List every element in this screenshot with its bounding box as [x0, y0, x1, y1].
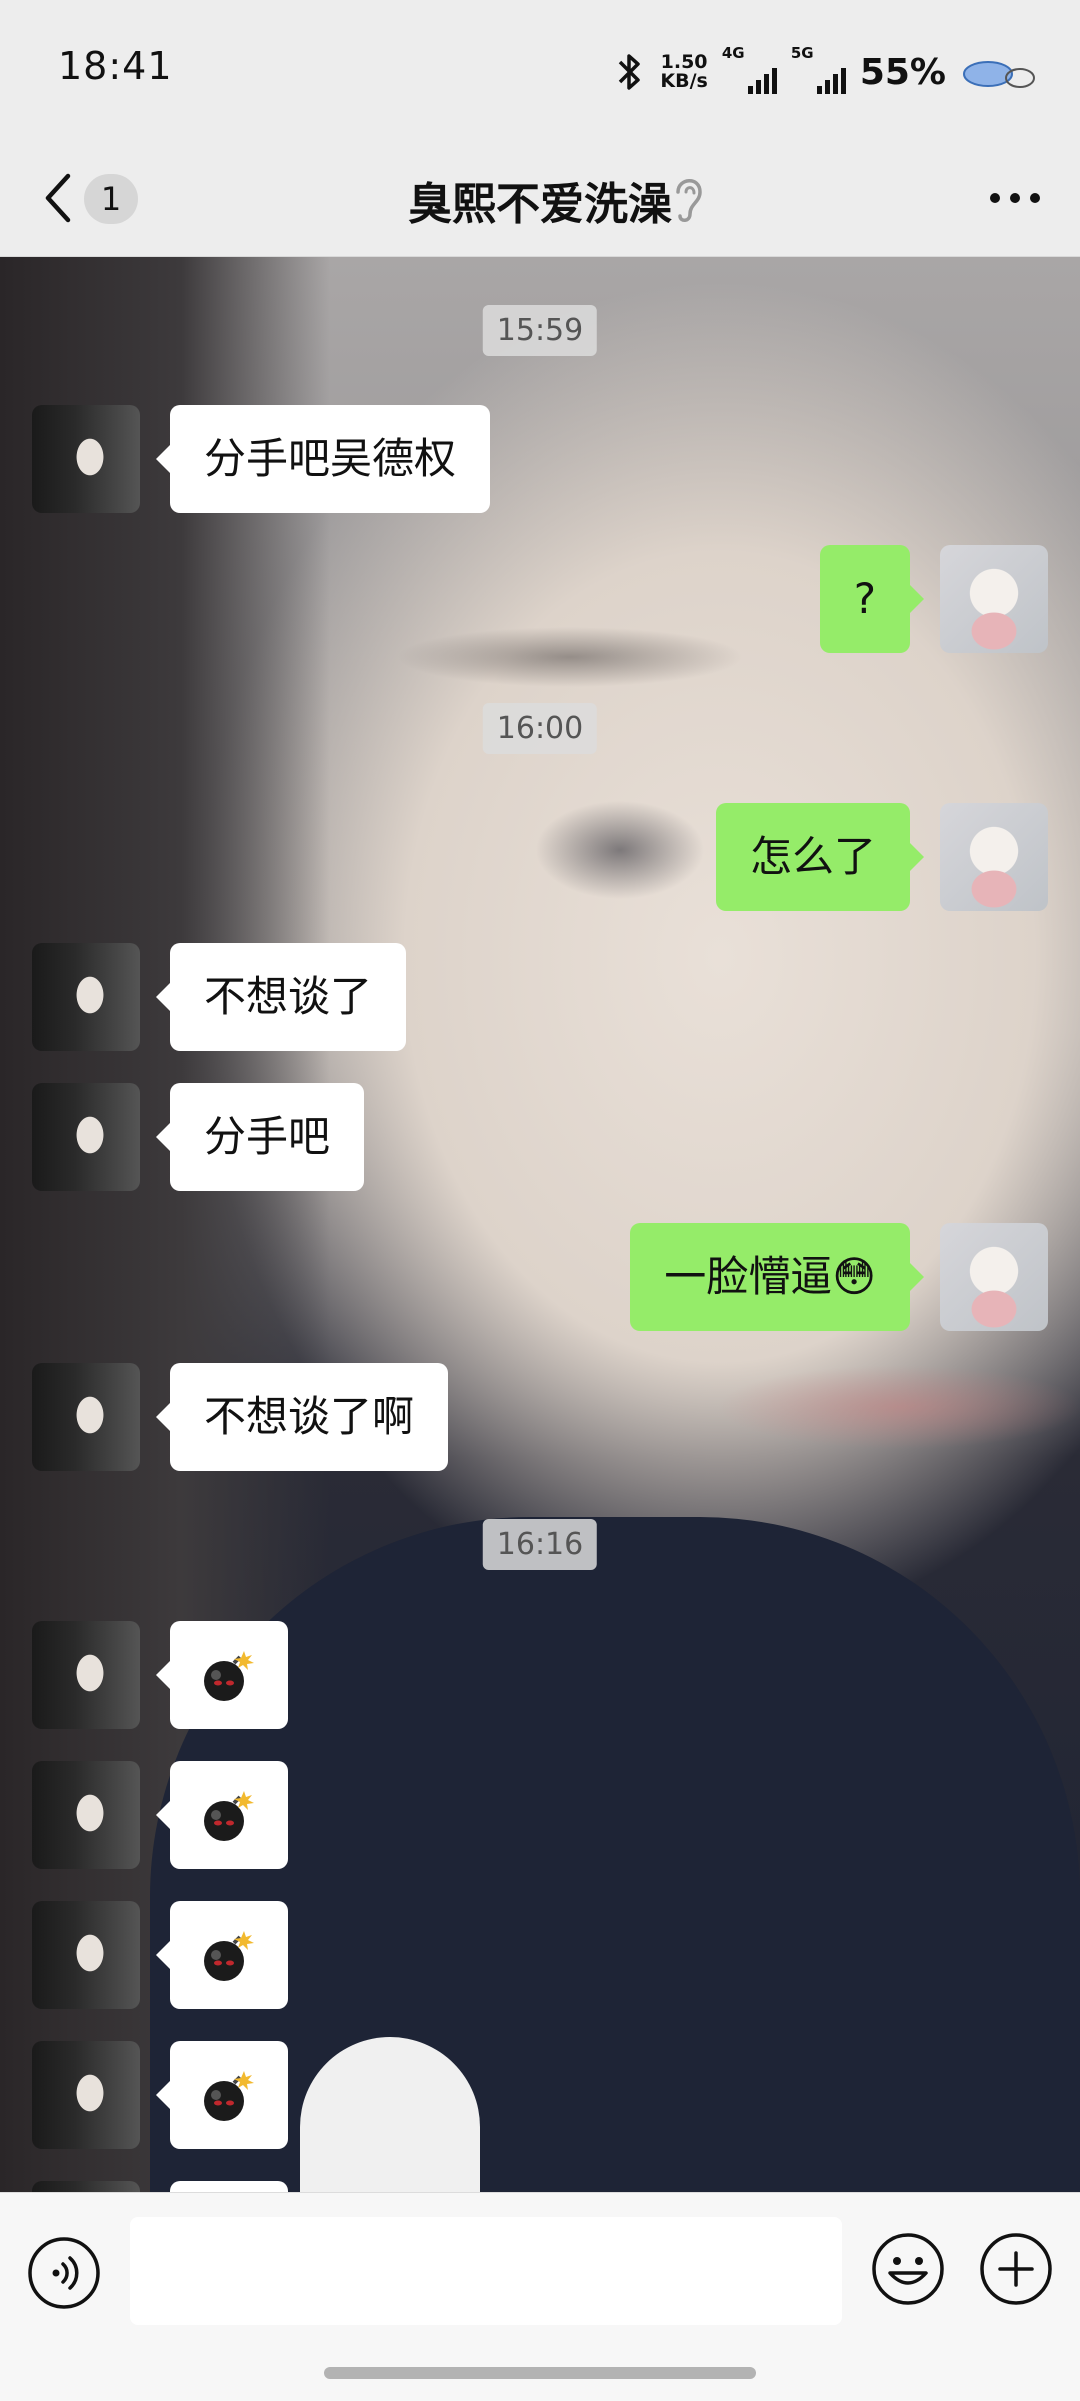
message-input-bar — [0, 2192, 1080, 2401]
ear-icon — [676, 179, 702, 222]
signal-4g: 4G — [722, 44, 777, 94]
bomb-icon — [204, 1791, 254, 1841]
network-speed-unit: KB/s — [660, 70, 708, 92]
battery-percentage: 55% — [859, 51, 946, 93]
outgoing-message-bubble[interactable]: ? — [819, 545, 925, 653]
home-indicator[interactable] — [324, 2367, 756, 2379]
bomb-icon — [204, 1931, 254, 1981]
my-avatar[interactable] — [940, 1223, 1048, 1331]
chat-background[interactable]: 15:59 分手吧吴德权 ? 16:00 怎么了 不想谈了 分手吧 一脸懵逼😳 … — [0, 257, 1080, 2192]
outgoing-message-bubble[interactable]: 怎么了 — [715, 803, 925, 911]
chat-header: 1 臭熙不爱洗澡 — [0, 140, 1080, 257]
cloud-battery-icon — [963, 61, 1035, 88]
status-bar: 18:41 1.50 KB/s 4G 5G 55% — [0, 0, 1080, 140]
contact-avatar[interactable] — [32, 943, 140, 1051]
contact-avatar[interactable] — [32, 1363, 140, 1471]
bluetooth-icon — [619, 54, 641, 90]
voice-input-icon[interactable] — [26, 2235, 102, 2311]
plus-icon[interactable] — [978, 2231, 1054, 2307]
contact-avatar[interactable] — [32, 2041, 140, 2149]
contact-avatar[interactable] — [32, 405, 140, 513]
network-speed: 1.50 KB/s — [660, 53, 707, 91]
timestamp: 16:00 — [482, 703, 598, 754]
outgoing-message-bubble[interactable]: 一脸懵逼😳 — [630, 1223, 924, 1331]
contact-avatar[interactable] — [32, 1621, 140, 1729]
sticker-message-bubble[interactable] — [156, 1901, 288, 2009]
incoming-message-bubble[interactable]: 不想谈了啊 — [155, 1363, 449, 1471]
contact-avatar[interactable] — [32, 1901, 140, 2009]
message-input[interactable] — [130, 2217, 842, 2325]
signal-4g-label: 4G — [721, 44, 745, 62]
sticker-message-bubble[interactable] — [156, 2041, 288, 2149]
wallpaper-shirt — [150, 1517, 1080, 2192]
incoming-message-bubble[interactable]: 不想谈了 — [155, 943, 407, 1051]
signal-bars-icon — [816, 50, 846, 94]
status-indicators: 1.50 KB/s 4G 5G 55% — [612, 44, 1040, 98]
status-time: 18:41 — [58, 44, 173, 88]
bomb-icon — [204, 2071, 254, 2121]
incoming-message-bubble[interactable]: 分手吧 — [155, 1083, 365, 1191]
sticker-message-bubble[interactable] — [170, 2181, 288, 2192]
signal-bars-icon — [747, 50, 777, 94]
timestamp: 15:59 — [482, 305, 598, 356]
signal-5g: 5G — [791, 44, 846, 94]
contact-avatar[interactable] — [32, 1083, 140, 1191]
my-avatar[interactable] — [940, 545, 1048, 653]
contact-avatar[interactable] — [32, 2181, 140, 2192]
my-avatar[interactable] — [940, 803, 1048, 911]
signal-5g-label: 5G — [790, 44, 814, 62]
bomb-icon — [204, 1651, 254, 1701]
more-dots-icon[interactable] — [988, 190, 1042, 206]
timestamp: 16:16 — [482, 1519, 598, 1570]
chat-title: 臭熙不爱洗澡 — [408, 179, 672, 230]
emoji-icon[interactable] — [870, 2231, 946, 2307]
contact-avatar[interactable] — [32, 1761, 140, 1869]
sticker-message-bubble[interactable] — [156, 1621, 288, 1729]
sticker-message-bubble[interactable] — [156, 1761, 288, 1869]
incoming-message-bubble[interactable]: 分手吧吴德权 — [155, 405, 491, 513]
